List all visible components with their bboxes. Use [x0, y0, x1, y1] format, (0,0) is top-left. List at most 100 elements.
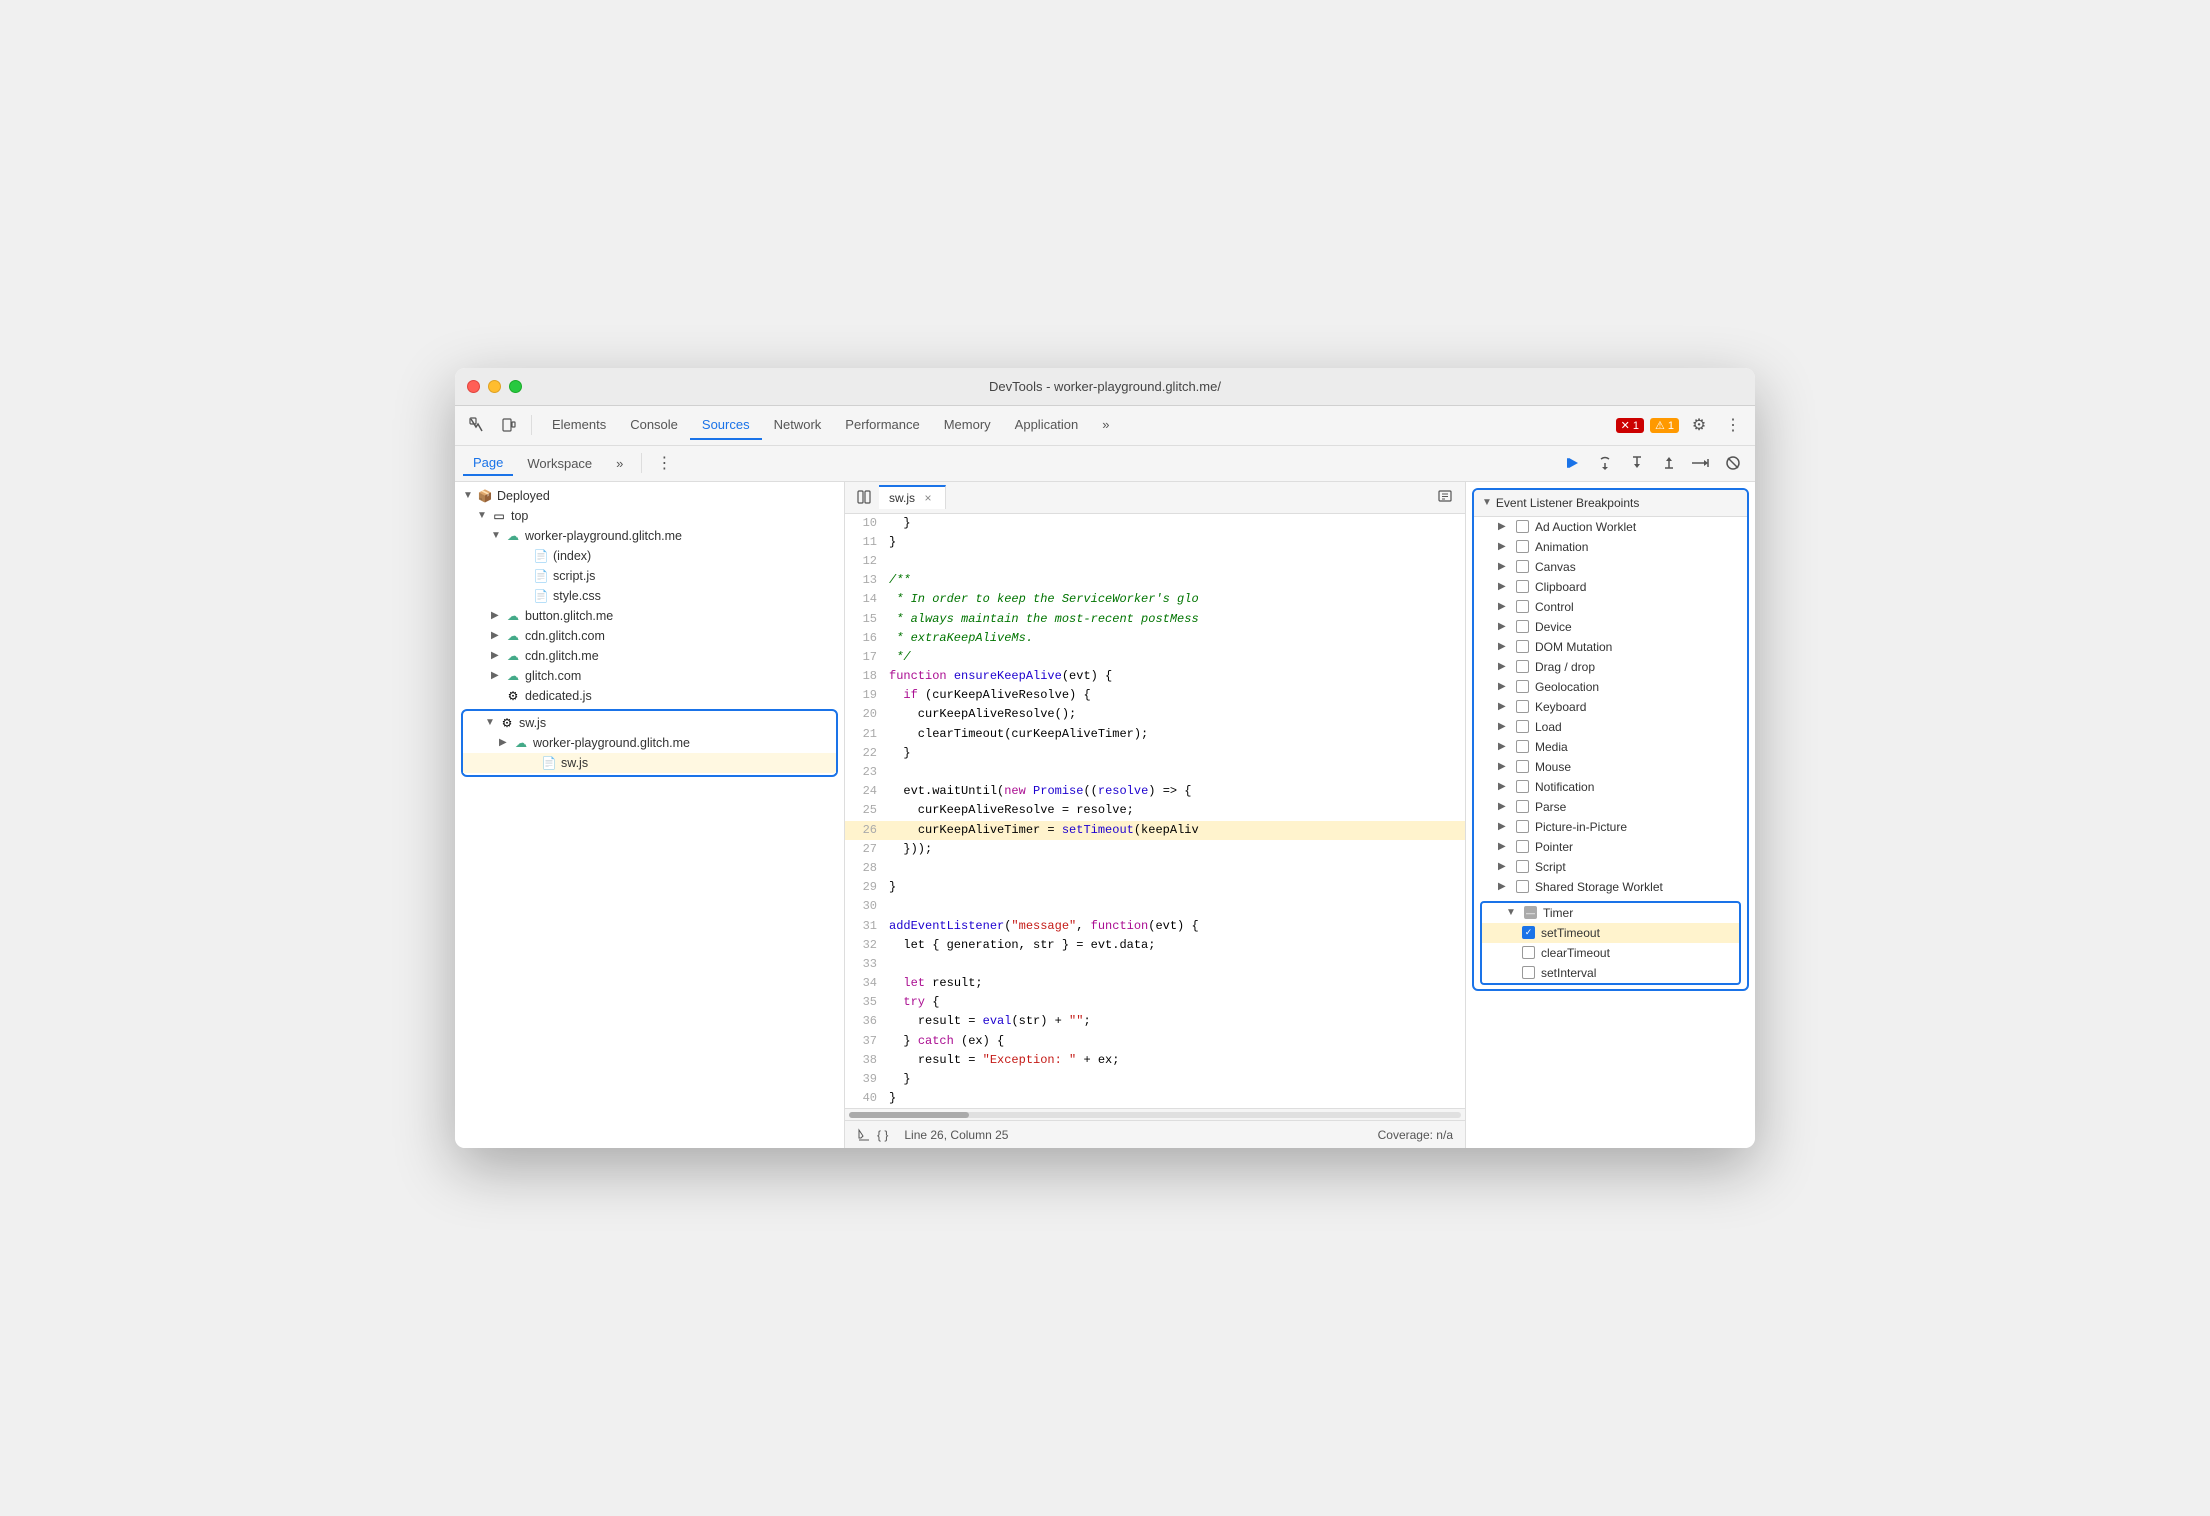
tree-item-button-glitch[interactable]: ▶ ☁ button.glitch.me: [455, 606, 844, 626]
tab-application[interactable]: Application: [1003, 411, 1091, 440]
tree-item-swjs-root[interactable]: ▼ ⚙ sw.js: [463, 713, 836, 733]
tree-item-worker-playground[interactable]: ▼ ☁ worker-playground.glitch.me: [455, 526, 844, 546]
bp-item-clipboard[interactable]: ▶ Clipboard: [1474, 577, 1747, 597]
gear-file-icon: ⚙: [505, 688, 521, 704]
bp-arrow: ▶: [1498, 781, 1510, 792]
horizontal-scrollbar[interactable]: [845, 1108, 1465, 1120]
tab-more[interactable]: »: [1090, 411, 1121, 440]
bp-checkbox[interactable]: [1516, 600, 1529, 613]
error-badge[interactable]: ✕ 1: [1616, 418, 1644, 433]
bp-item-media[interactable]: ▶ Media: [1474, 737, 1747, 757]
code-tab-swjs[interactable]: sw.js ×: [879, 485, 946, 509]
bp-item-parse[interactable]: ▶ Parse: [1474, 797, 1747, 817]
bp-checkbox[interactable]: [1516, 780, 1529, 793]
bp-checkbox[interactable]: [1516, 800, 1529, 813]
maximize-button[interactable]: [509, 380, 522, 393]
tab-elements[interactable]: Elements: [540, 411, 618, 440]
tree-item-index[interactable]: ▶ 📄 (index): [455, 546, 844, 566]
tree-item-swjs-file[interactable]: ▶ 📄 sw.js: [463, 753, 836, 773]
code-line: 27 }));: [845, 840, 1465, 859]
file-tree-toggle[interactable]: [849, 490, 879, 504]
tab-performance[interactable]: Performance: [833, 411, 931, 440]
bp-item-pointer[interactable]: ▶ Pointer: [1474, 837, 1747, 857]
bp-item-load[interactable]: ▶ Load: [1474, 717, 1747, 737]
bp-checkbox[interactable]: [1516, 620, 1529, 633]
bp-checkbox[interactable]: [1516, 580, 1529, 593]
bp-item-timer[interactable]: ▼ — Timer: [1482, 903, 1739, 923]
tree-item-scriptjs[interactable]: ▶ 📄 script.js: [455, 566, 844, 586]
event-listener-breakpoints-header[interactable]: ▼ Event Listener Breakpoints: [1474, 490, 1747, 517]
step-into-button[interactable]: [1623, 449, 1651, 477]
step-over-button[interactable]: [1591, 449, 1619, 477]
resume-button[interactable]: [1559, 449, 1587, 477]
tree-item-stylecss[interactable]: ▶ 📄 style.css: [455, 586, 844, 606]
bp-item-ad-auction[interactable]: ▶ Ad Auction Worklet: [1474, 517, 1747, 537]
code-area[interactable]: 10 } 11 } 12 13 /** 14 * In order: [845, 514, 1465, 1109]
bp-checkbox-timer[interactable]: —: [1524, 906, 1537, 919]
tree-item-worker-playground-sw[interactable]: ▶ ☁ worker-playground.glitch.me: [463, 733, 836, 753]
pretty-print-button[interactable]: [1429, 488, 1461, 507]
bp-item-control[interactable]: ▶ Control: [1474, 597, 1747, 617]
code-tab-close[interactable]: ×: [921, 491, 935, 505]
close-button[interactable]: [467, 380, 480, 393]
bp-item-dom-mutation[interactable]: ▶ DOM Mutation: [1474, 637, 1747, 657]
bp-checkbox[interactable]: [1516, 640, 1529, 653]
bp-sub-item-setinterval[interactable]: setInterval: [1482, 963, 1739, 983]
tab-memory[interactable]: Memory: [932, 411, 1003, 440]
tree-item-glitch-com[interactable]: ▶ ☁ glitch.com: [455, 666, 844, 686]
bp-item-keyboard[interactable]: ▶ Keyboard: [1474, 697, 1747, 717]
bp-item-shared-storage[interactable]: ▶ Shared Storage Worklet: [1474, 877, 1747, 897]
bp-item-animation[interactable]: ▶ Animation: [1474, 537, 1747, 557]
tab-sources[interactable]: Sources: [690, 411, 762, 440]
bp-checkbox-settimeout[interactable]: [1522, 926, 1535, 939]
bp-item-picture-in-picture[interactable]: ▶ Picture-in-Picture: [1474, 817, 1747, 837]
inspect-icon[interactable]: [463, 411, 491, 439]
bp-checkbox-cleartimeout[interactable]: [1522, 946, 1535, 959]
tree-item-dedicatedjs[interactable]: ▶ ⚙ dedicated.js: [455, 686, 844, 706]
bp-checkbox[interactable]: [1516, 700, 1529, 713]
bp-checkbox[interactable]: [1516, 540, 1529, 553]
bp-checkbox[interactable]: [1516, 520, 1529, 533]
bp-checkbox[interactable]: [1516, 560, 1529, 573]
more-subtabs[interactable]: »: [606, 452, 633, 475]
bp-checkbox[interactable]: [1516, 840, 1529, 853]
bp-item-script[interactable]: ▶ Script: [1474, 857, 1747, 877]
tree-item-cdn-me[interactable]: ▶ ☁ cdn.glitch.me: [455, 646, 844, 666]
tree-item-cdn-com[interactable]: ▶ ☁ cdn.glitch.com: [455, 626, 844, 646]
bp-checkbox[interactable]: [1516, 720, 1529, 733]
workspace-tab[interactable]: Workspace: [517, 452, 602, 475]
bp-checkbox-setinterval[interactable]: [1522, 966, 1535, 979]
device-icon[interactable]: [495, 411, 523, 439]
bp-item-drag-drop[interactable]: ▶ Drag / drop: [1474, 657, 1747, 677]
minimize-button[interactable]: [488, 380, 501, 393]
step-out-button[interactable]: [1655, 449, 1683, 477]
more-menu-icon[interactable]: ⋮: [1719, 411, 1747, 439]
tab-network[interactable]: Network: [762, 411, 834, 440]
bp-item-geolocation[interactable]: ▶ Geolocation: [1474, 677, 1747, 697]
bp-item-notification[interactable]: ▶ Notification: [1474, 777, 1747, 797]
deactivate-breakpoints-button[interactable]: [1719, 449, 1747, 477]
bp-item-device[interactable]: ▶ Device: [1474, 617, 1747, 637]
tree-item-deployed[interactable]: ▼ 📦 Deployed: [455, 486, 844, 506]
tree-item-top[interactable]: ▼ ▭ top: [455, 506, 844, 526]
scrollbar-thumb[interactable]: [849, 1112, 969, 1118]
step-button[interactable]: [1687, 449, 1715, 477]
bp-sub-item-cleartimeout[interactable]: clearTimeout: [1482, 943, 1739, 963]
page-tab[interactable]: Page: [463, 451, 513, 476]
format-button[interactable]: { }: [857, 1128, 888, 1142]
settings-icon[interactable]: ⚙: [1685, 411, 1713, 439]
bp-checkbox[interactable]: [1516, 860, 1529, 873]
bp-checkbox[interactable]: [1516, 760, 1529, 773]
bp-checkbox[interactable]: [1516, 680, 1529, 693]
tab-console[interactable]: Console: [618, 411, 690, 440]
scrollbar-track[interactable]: [849, 1112, 1461, 1118]
bp-sub-item-settimeout[interactable]: setTimeout: [1482, 923, 1739, 943]
bp-checkbox[interactable]: [1516, 740, 1529, 753]
more-options-icon[interactable]: ⋮: [650, 449, 678, 477]
warn-badge[interactable]: ⚠ 1: [1650, 418, 1679, 433]
bp-checkbox[interactable]: [1516, 660, 1529, 673]
bp-checkbox[interactable]: [1516, 880, 1529, 893]
bp-checkbox[interactable]: [1516, 820, 1529, 833]
bp-item-mouse[interactable]: ▶ Mouse: [1474, 757, 1747, 777]
bp-item-canvas[interactable]: ▶ Canvas: [1474, 557, 1747, 577]
